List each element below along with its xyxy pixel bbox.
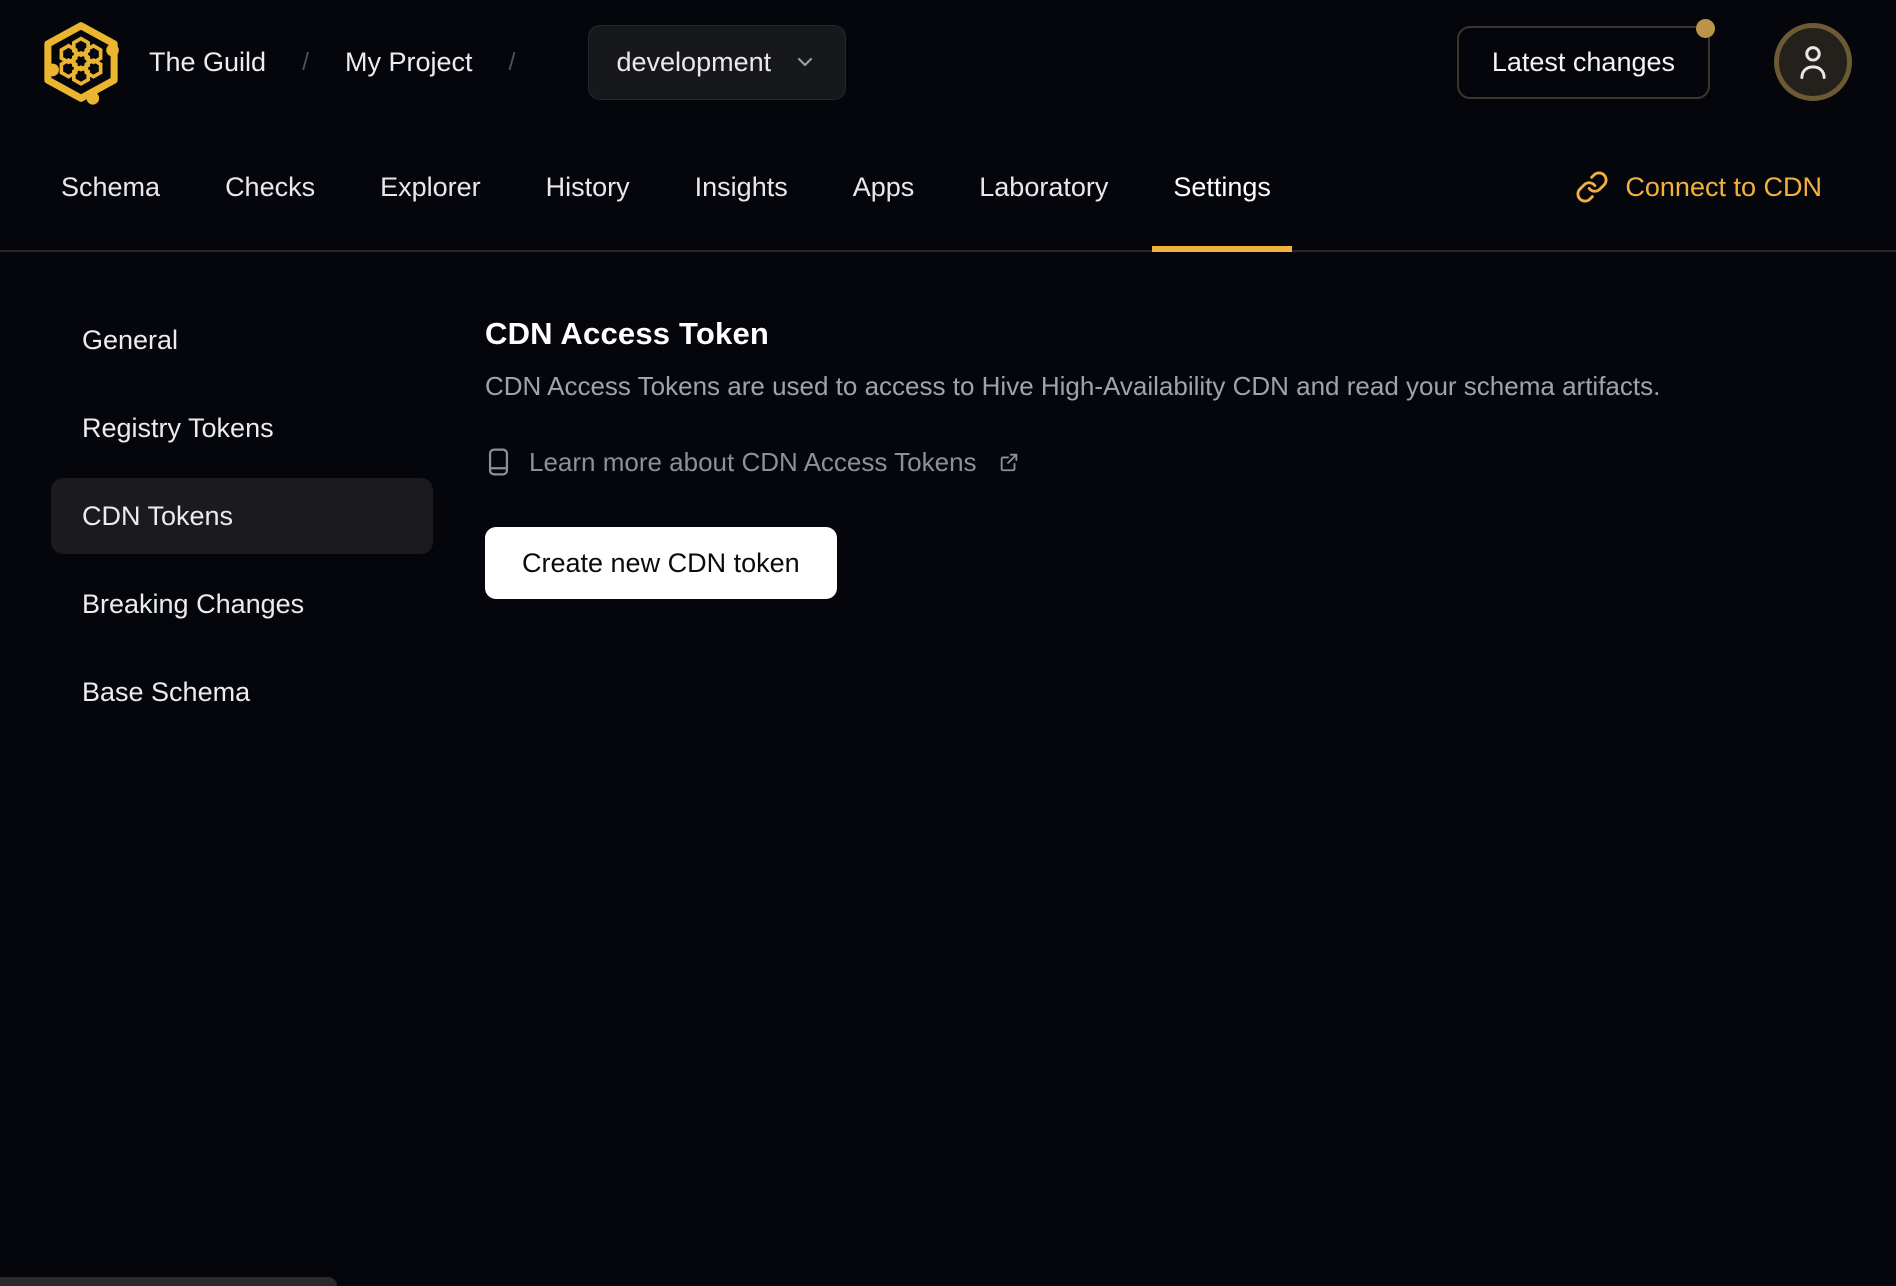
latest-changes-button[interactable]: Latest changes bbox=[1456, 18, 1715, 99]
book-icon bbox=[488, 448, 509, 476]
link-icon bbox=[1576, 171, 1608, 203]
chevron-down-icon bbox=[798, 57, 813, 67]
bottom-toast-peek bbox=[0, 1277, 337, 1286]
app-header: The Guild / My Project / development Lat… bbox=[0, 0, 1896, 124]
guild-hive-logo-icon[interactable] bbox=[40, 19, 122, 105]
sidebar-item-general[interactable]: General bbox=[51, 302, 433, 378]
header-actions: Latest changes bbox=[1456, 18, 1852, 101]
breadcrumb-org[interactable]: The Guild bbox=[149, 47, 266, 78]
primary-nav-tabs: Schema Checks Explorer History Insights … bbox=[0, 124, 1896, 252]
create-cdn-token-button[interactable]: Create new CDN token bbox=[485, 527, 837, 599]
latest-changes-label: Latest changes bbox=[1491, 46, 1675, 77]
learn-more-link[interactable]: Learn more about CDN Access Tokens bbox=[485, 446, 1660, 478]
tab-laboratory[interactable]: Laboratory bbox=[958, 124, 1129, 250]
cdn-token-panel: CDN Access Token CDN Access Tokens are u… bbox=[485, 252, 1660, 599]
user-avatar-button[interactable] bbox=[1774, 23, 1852, 101]
page-description: CDN Access Tokens are used to access to … bbox=[485, 371, 1661, 401]
breadcrumb-separator: / bbox=[508, 47, 516, 76]
tab-explorer[interactable]: Explorer bbox=[359, 124, 502, 250]
settings-sidebar: General Registry Tokens CDN Tokens Break… bbox=[0, 252, 433, 730]
tab-schema[interactable]: Schema bbox=[40, 124, 181, 250]
sidebar-item-base-schema[interactable]: Base Schema bbox=[51, 654, 433, 730]
tab-insights[interactable]: Insights bbox=[674, 124, 809, 250]
settings-content: General Registry Tokens CDN Tokens Break… bbox=[0, 252, 1896, 730]
tab-checks[interactable]: Checks bbox=[204, 124, 336, 250]
connect-to-cdn-label: Connect to CDN bbox=[1625, 171, 1822, 202]
external-link-icon bbox=[1000, 453, 1017, 472]
tab-apps[interactable]: Apps bbox=[832, 124, 936, 250]
learn-more-label: Learn more about CDN Access Tokens bbox=[529, 446, 977, 477]
sidebar-item-breaking-changes[interactable]: Breaking Changes bbox=[51, 566, 433, 642]
breadcrumb-separator: / bbox=[302, 47, 310, 76]
notification-dot bbox=[1696, 18, 1715, 38]
tab-settings[interactable]: Settings bbox=[1152, 124, 1292, 252]
page-title: CDN Access Token bbox=[485, 316, 770, 351]
breadcrumb: The Guild / My Project / development bbox=[149, 24, 847, 100]
target-selector-value: development bbox=[616, 46, 772, 77]
breadcrumb-project[interactable]: My Project bbox=[345, 47, 473, 78]
target-selector-dropdown[interactable]: development bbox=[587, 24, 847, 100]
user-icon bbox=[1800, 46, 1826, 80]
sidebar-item-registry-tokens[interactable]: Registry Tokens bbox=[51, 390, 433, 466]
connect-to-cdn-link[interactable]: Connect to CDN bbox=[1575, 124, 1822, 250]
sidebar-item-cdn-tokens[interactable]: CDN Tokens bbox=[51, 478, 433, 554]
tab-history[interactable]: History bbox=[525, 124, 651, 250]
